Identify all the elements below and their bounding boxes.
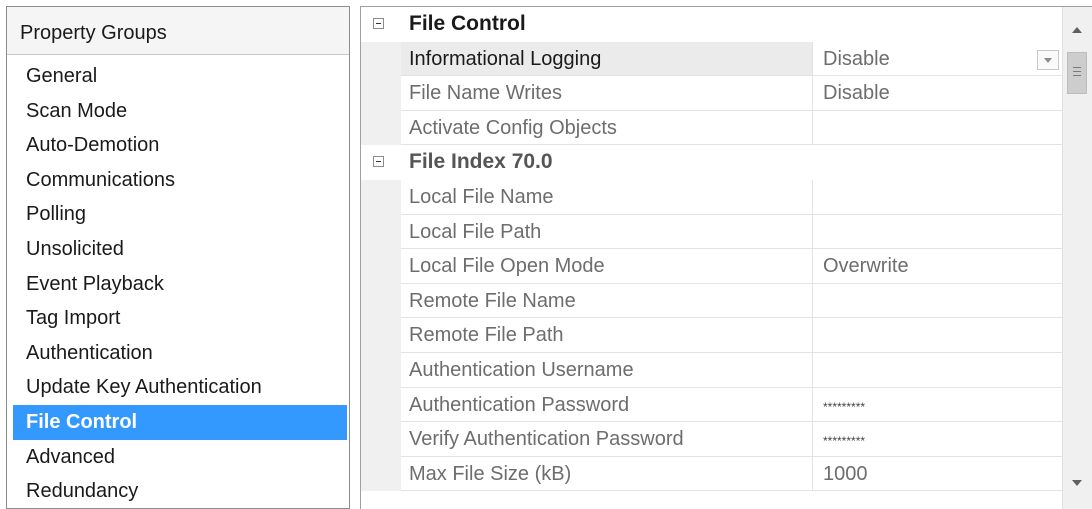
property-name: Remote File Path <box>401 318 813 353</box>
group-item-advanced[interactable]: Advanced <box>13 440 347 475</box>
property-groups-list: General Scan Mode Auto-Demotion Communicati… <box>7 59 349 508</box>
row-gutter <box>361 76 401 111</box>
property-name: Authentication Password <box>401 387 813 423</box>
property-name: Local File Open Mode <box>401 249 813 284</box>
group-item-tag-import[interactable]: Tag Import <box>13 301 347 336</box>
property-value[interactable]: Overwrite <box>813 249 1063 284</box>
row-gutter <box>361 214 401 250</box>
group-item-general[interactable]: General <box>13 59 347 94</box>
group-item-event-playback[interactable]: Event Playback <box>13 267 347 302</box>
property-value[interactable] <box>813 111 1063 146</box>
property-value[interactable]: ********* <box>813 422 1063 457</box>
group-item-scan-mode[interactable]: Scan Mode <box>13 94 347 129</box>
property-value-text: Disable <box>823 82 890 105</box>
vertical-scrollbar[interactable] <box>1062 7 1092 509</box>
group-item-unsolicited[interactable]: Unsolicited <box>13 232 347 267</box>
property-groups-panel: Property Groups General Scan Mode Auto-Dem… <box>6 6 350 509</box>
row-gutter <box>361 179 401 215</box>
property-name: Local File Name <box>401 179 813 215</box>
property-row[interactable]: Remote File Name <box>361 283 1063 319</box>
grip-line <box>1073 67 1081 68</box>
property-value[interactable]: Disable <box>813 42 1063 77</box>
property-value[interactable] <box>813 180 1063 215</box>
scrollbar-thumb[interactable] <box>1067 52 1087 94</box>
property-grid-panel: File Control Informational Logging Disable… <box>360 6 1092 509</box>
grip-line <box>1073 71 1081 72</box>
property-value-text: Overwrite <box>823 255 909 278</box>
property-name: Local File Path <box>401 214 813 250</box>
chevron-down-icon[interactable] <box>1037 49 1059 70</box>
property-row[interactable]: Verify Authentication Password ********* <box>361 422 1063 457</box>
property-name: Activate Config Objects <box>401 110 813 146</box>
property-groups-header: Property Groups <box>7 7 349 55</box>
property-row[interactable]: Local File Name <box>361 179 1063 215</box>
category-row[interactable]: File Index 70.0 <box>361 145 1063 180</box>
property-name: File Name Writes <box>401 76 813 111</box>
category-row[interactable]: File Control <box>361 7 1063 42</box>
row-gutter <box>361 422 401 457</box>
group-item-auto-demotion[interactable]: Auto-Demotion <box>13 128 347 163</box>
row-gutter <box>361 249 401 284</box>
row-gutter <box>361 387 401 423</box>
property-row[interactable]: Local File Open Mode Overwrite <box>361 249 1063 284</box>
group-item-authentication[interactable]: Authentication <box>13 336 347 371</box>
scroll-up-arrow-icon[interactable] <box>1072 27 1082 33</box>
property-row[interactable]: Max File Size (kB) 1000 <box>361 456 1063 492</box>
property-value-text: ********* <box>823 399 866 414</box>
property-row[interactable]: File Name Writes Disable <box>361 76 1063 111</box>
property-row[interactable]: Local File Path <box>361 214 1063 250</box>
property-name: Authentication Username <box>401 352 813 388</box>
property-value-text: ********* <box>823 434 866 449</box>
property-value[interactable] <box>813 353 1063 388</box>
collapse-minus-icon[interactable] <box>373 18 384 29</box>
category-title: File Control <box>409 12 526 35</box>
property-value-text: 1000 <box>823 462 868 485</box>
property-name: Verify Authentication Password <box>401 422 813 457</box>
property-name: Max File Size (kB) <box>401 456 813 492</box>
grip-line <box>1073 75 1081 76</box>
row-gutter <box>361 352 401 388</box>
row-gutter <box>361 318 401 353</box>
collapse-minus-icon[interactable] <box>373 156 384 168</box>
property-value[interactable]: ********* <box>813 388 1063 423</box>
property-value[interactable] <box>813 318 1063 353</box>
row-gutter <box>361 283 401 319</box>
property-row[interactable]: Informational Logging Disable <box>361 41 1063 77</box>
group-item-polling[interactable]: Polling <box>13 197 347 232</box>
property-value-text: Disable <box>823 47 890 70</box>
property-value[interactable] <box>813 284 1063 319</box>
property-value[interactable] <box>813 215 1063 250</box>
property-name: Remote File Name <box>401 283 813 319</box>
group-item-update-key-authentication[interactable]: Update Key Authentication <box>13 370 347 405</box>
property-grid: File Control Informational Logging Disable… <box>361 7 1063 492</box>
property-row[interactable]: Authentication Password ********* <box>361 387 1063 423</box>
property-value[interactable]: Disable <box>813 76 1063 111</box>
group-item-file-control[interactable]: File Control <box>13 404 347 440</box>
category-title: File Index 70.0 <box>409 150 553 174</box>
row-gutter <box>361 41 401 77</box>
group-item-communications[interactable]: Communications <box>13 163 347 198</box>
property-row[interactable]: Remote File Path <box>361 318 1063 353</box>
group-item-redundancy[interactable]: Redundancy <box>13 474 347 508</box>
property-row[interactable]: Authentication Username <box>361 352 1063 388</box>
property-row[interactable]: Activate Config Objects <box>361 110 1063 146</box>
row-gutter <box>361 110 401 146</box>
scroll-down-arrow-icon[interactable] <box>1072 480 1082 486</box>
row-gutter <box>361 456 401 492</box>
property-value[interactable]: 1000 <box>813 457 1063 492</box>
property-name: Informational Logging <box>401 41 813 77</box>
